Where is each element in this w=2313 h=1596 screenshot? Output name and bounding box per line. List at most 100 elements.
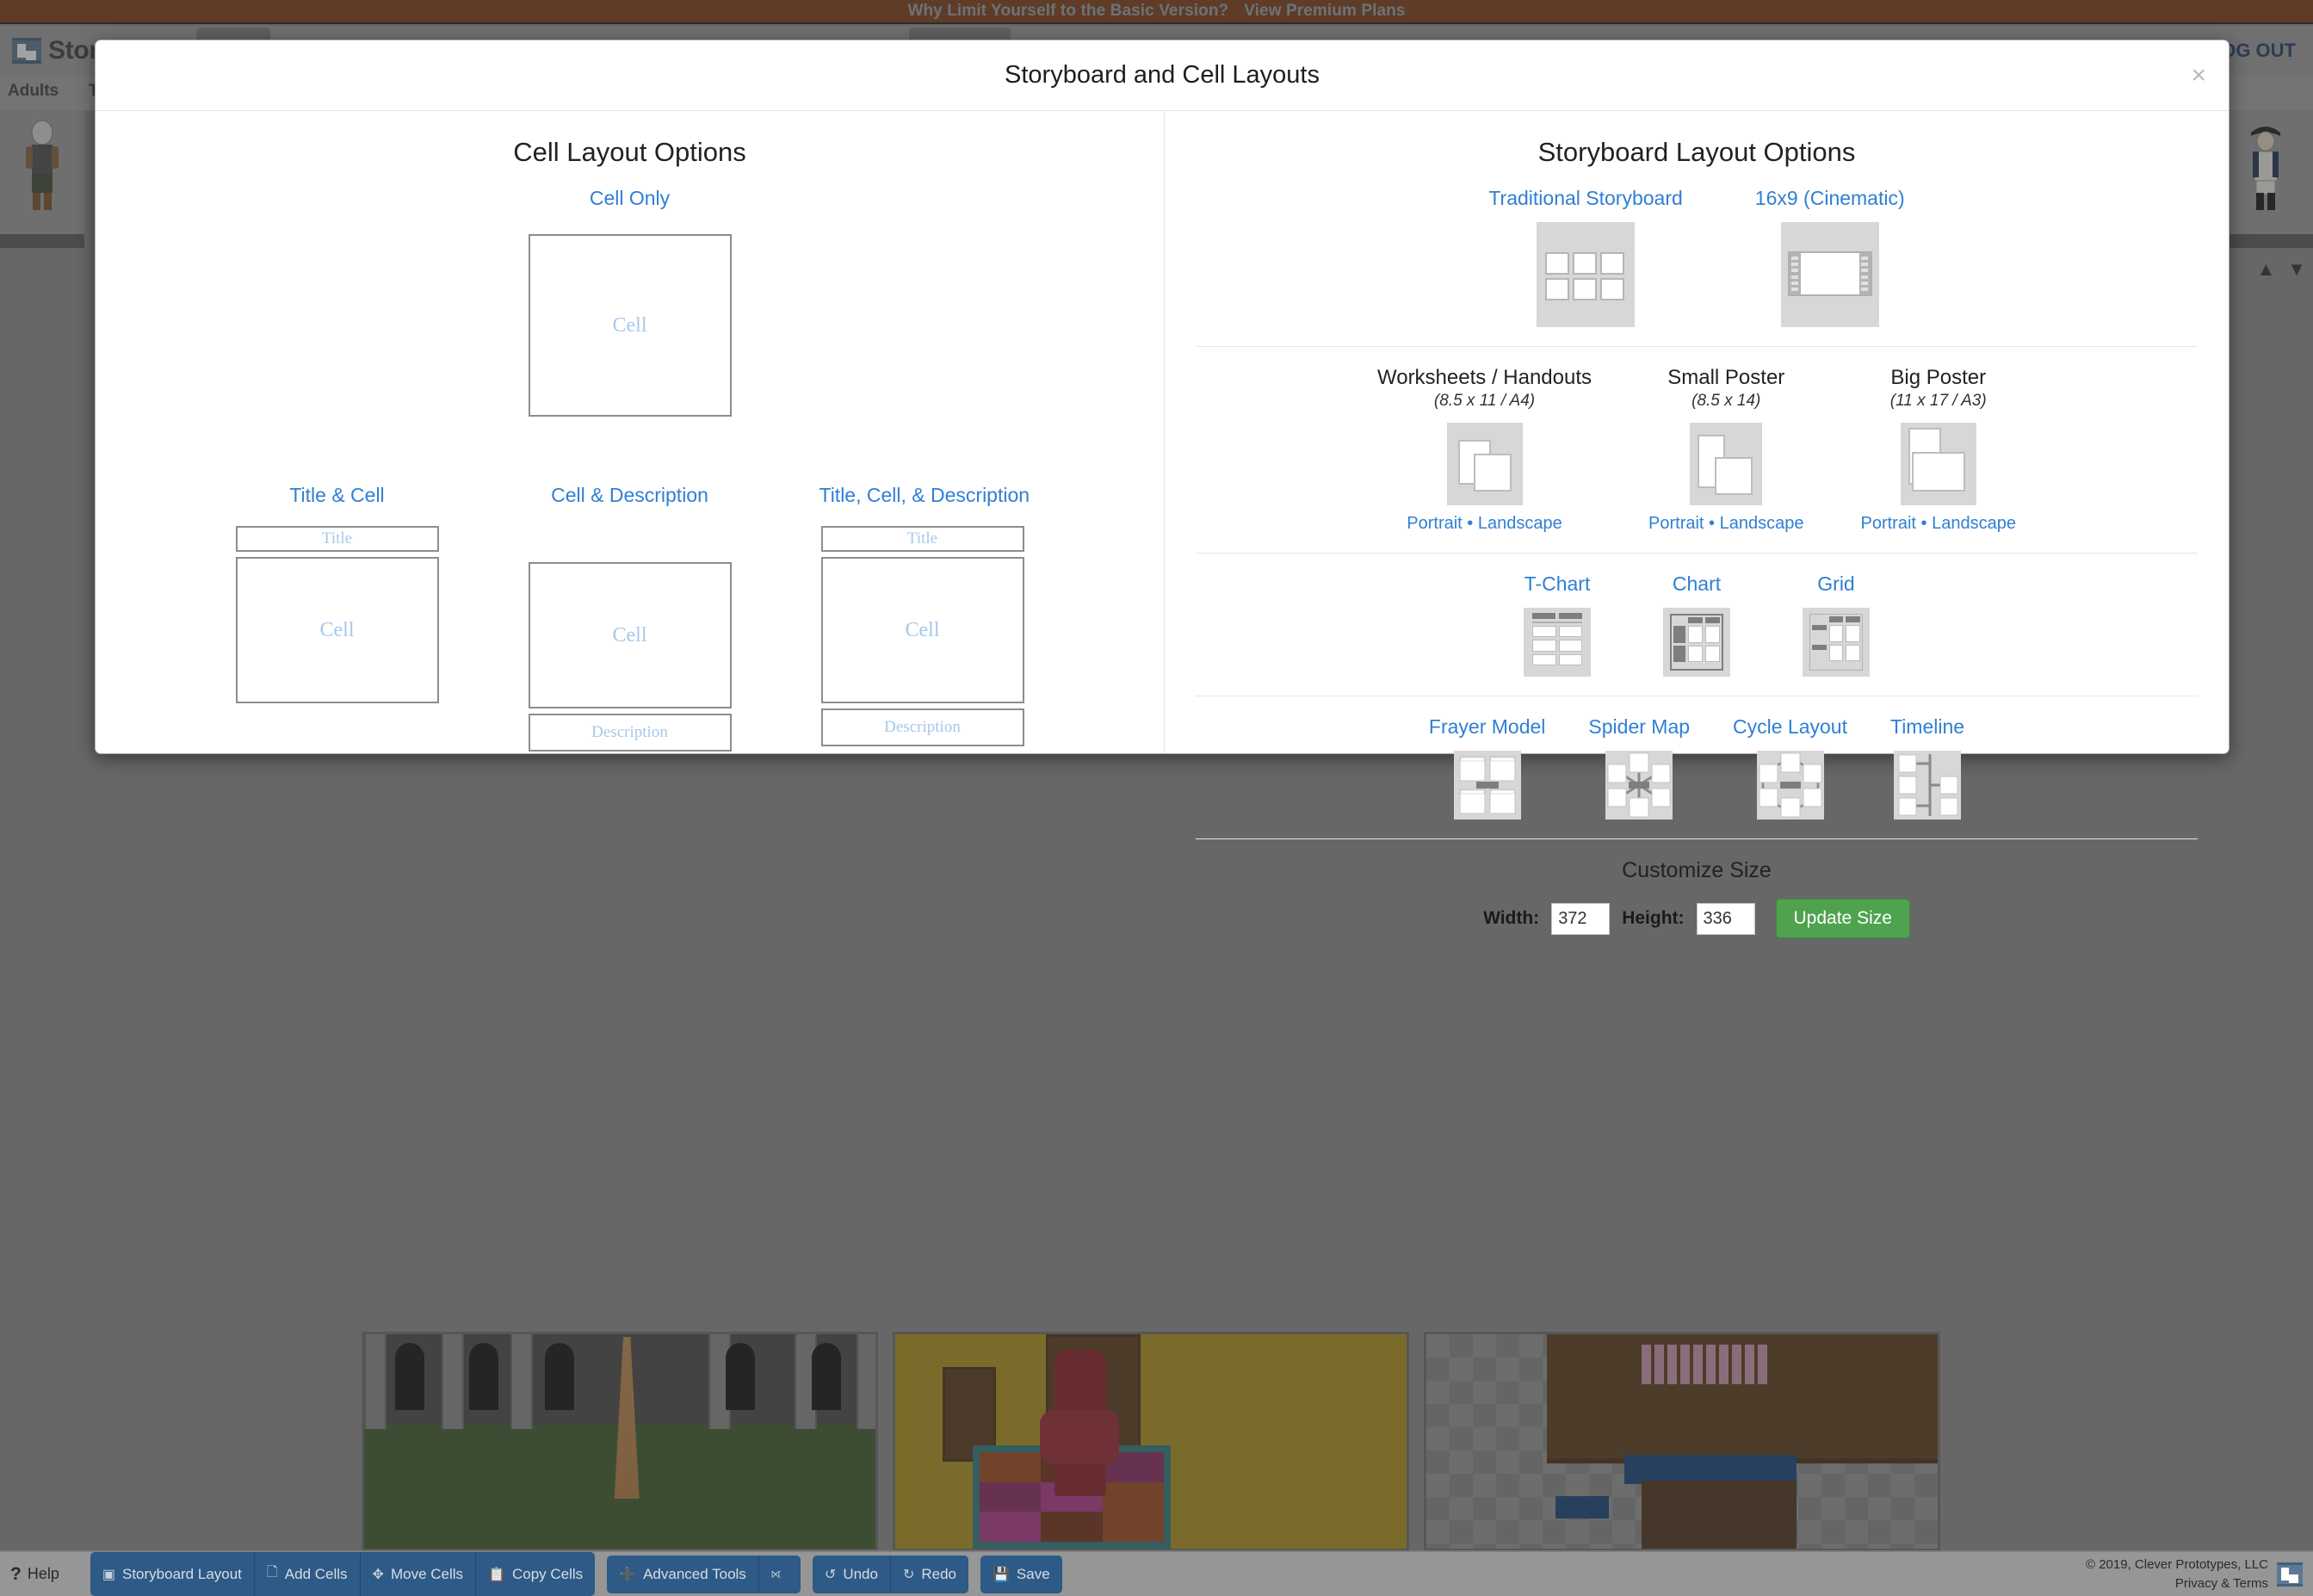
cell-only-preview[interactable]: Cell: [528, 234, 732, 417]
cell-only-label[interactable]: Cell Only: [96, 187, 1164, 210]
update-size-button[interactable]: Update Size: [1775, 899, 1910, 938]
copy-cells-button[interactable]: 📋 Copy Cells: [476, 1552, 596, 1596]
title-placeholder-3: Title: [906, 529, 938, 547]
frayer-model-thumbnail[interactable]: [1453, 751, 1521, 820]
advanced-tools-label: Advanced Tools: [643, 1565, 746, 1582]
privacy-terms-link[interactable]: Privacy & Terms: [2086, 1574, 2268, 1593]
worksheets-landscape-link[interactable]: Landscape: [1478, 514, 1562, 533]
cell-box-1[interactable]: Cell: [235, 557, 439, 703]
t-chart-thumbnail[interactable]: [1524, 608, 1591, 677]
close-icon[interactable]: ×: [2191, 62, 2206, 89]
move-cells-label: Move Cells: [390, 1565, 464, 1582]
modal-body: Cell Layout Options Cell Only Cell Title…: [96, 111, 2229, 938]
film-perforations-left: [1789, 253, 1801, 294]
cell-box-2[interactable]: Cell: [528, 562, 732, 708]
layout-t-chart[interactable]: T-Chart: [1524, 572, 1591, 677]
traditional-storyboard-thumbnail[interactable]: [1537, 222, 1636, 327]
undo-label: Undo: [843, 1565, 878, 1582]
big-poster-dimensions: (11 x 17 / A3): [1889, 392, 1987, 410]
save-group: 💾 Save: [980, 1555, 1062, 1593]
footer-logo-icon: [2277, 1562, 2303, 1587]
copy-icon: 📋: [488, 1567, 505, 1582]
spider-map-thumbnail[interactable]: [1605, 751, 1673, 820]
t-chart-label[interactable]: T-Chart: [1524, 572, 1591, 596]
small-poster-portrait-link[interactable]: Portrait: [1648, 514, 1704, 533]
add-cells-button[interactable]: 🗋 Add Cells: [254, 1552, 361, 1596]
question-mark-icon: ?: [10, 1563, 22, 1584]
layout-big-poster[interactable]: Big Poster (11 x 17 / A3) Portrait • Lan…: [1861, 366, 2016, 534]
worksheets-label: Worksheets / Handouts: [1377, 366, 1593, 389]
big-poster-portrait-link[interactable]: Portrait: [1861, 514, 1916, 533]
cycle-layout-label[interactable]: Cycle Layout: [1733, 715, 1847, 739]
option-cell-and-description-label[interactable]: Cell & Description: [527, 484, 733, 507]
storyboard-layout-button[interactable]: ▣ Storyboard Layout: [90, 1552, 255, 1596]
cell-only-option[interactable]: Cell Only Cell: [96, 187, 1164, 417]
layout-spider-map[interactable]: Spider Map: [1588, 715, 1690, 820]
frayer-model-label[interactable]: Frayer Model: [1429, 715, 1545, 739]
description-box-2[interactable]: Description: [528, 714, 732, 752]
layout-chart[interactable]: Chart: [1663, 572, 1730, 677]
small-poster-thumbnail[interactable]: [1690, 423, 1763, 505]
timeline-label[interactable]: Timeline: [1890, 715, 1964, 739]
advanced-tools-button[interactable]: ➕ Advanced Tools: [607, 1555, 759, 1593]
redo-button[interactable]: ↻ Redo: [890, 1555, 968, 1593]
spider-map-label[interactable]: Spider Map: [1588, 715, 1690, 739]
cinematic-thumbnail[interactable]: [1780, 222, 1879, 327]
small-poster-dimensions: (8.5 x 14): [1691, 392, 1761, 410]
option-title-and-cell[interactable]: Title & Cell Title Cell: [234, 484, 441, 752]
title-box-1[interactable]: Title: [235, 526, 439, 552]
separator-dot-1: •: [1467, 514, 1474, 533]
primary-layouts-row: Traditional Storyboard 16x9 (Cinematic): [1196, 187, 2198, 327]
big-poster-orientation-links: Portrait • Landscape: [1861, 514, 2016, 534]
help-button[interactable]: ? Help: [10, 1564, 59, 1585]
small-poster-orientation-links: Portrait • Landscape: [1648, 514, 1803, 534]
layout-cycle[interactable]: Cycle Layout: [1733, 715, 1847, 820]
cell-placeholder-1: Cell: [319, 618, 355, 641]
move-icon: ✥: [372, 1567, 384, 1582]
timeline-thumbnail[interactable]: [1894, 751, 1962, 820]
divider-2: [1196, 553, 2198, 554]
fullscreen-button[interactable]: ⟖: [758, 1555, 801, 1593]
layout-traditional-storyboard[interactable]: Traditional Storyboard: [1488, 187, 1683, 327]
title-box-3[interactable]: Title: [820, 526, 1024, 552]
worksheets-thumbnail[interactable]: [1446, 423, 1523, 505]
history-group: ↺ Undo ↻ Redo: [812, 1555, 968, 1593]
modal-title: Storyboard and Cell Layouts: [1005, 61, 1320, 89]
cycle-layout-thumbnail[interactable]: [1756, 751, 1824, 820]
chart-thumbnail[interactable]: [1663, 608, 1730, 677]
layout-frayer-model[interactable]: Frayer Model: [1429, 715, 1545, 820]
undo-button[interactable]: ↺ Undo: [812, 1555, 891, 1593]
small-poster-landscape-link[interactable]: Landscape: [1720, 514, 1804, 533]
option-cell-and-description[interactable]: Cell & Description Cell Description: [527, 484, 733, 752]
cell-box-3[interactable]: Cell: [820, 557, 1024, 703]
layout-16x9-cinematic[interactable]: 16x9 (Cinematic): [1755, 187, 1905, 327]
layout-worksheets-handouts[interactable]: Worksheets / Handouts (8.5 x 11 / A4) Po…: [1377, 366, 1592, 534]
move-cells-button[interactable]: ✥ Move Cells: [360, 1552, 477, 1596]
grid-label[interactable]: Grid: [1803, 572, 1870, 596]
big-poster-landscape-link[interactable]: Landscape: [1932, 514, 2016, 533]
cell-layout-panel: Cell Layout Options Cell Only Cell Title…: [96, 111, 1165, 753]
cell-placeholder-2: Cell: [612, 623, 647, 646]
option-title-cell-description-label[interactable]: Title, Cell, & Description: [819, 484, 1030, 507]
customize-size-section: Customize Size Width: Height: Update Siz…: [1165, 858, 2229, 947]
height-input[interactable]: [1696, 902, 1755, 935]
layout-grid[interactable]: Grid: [1803, 572, 1870, 677]
diagram-layouts-row: Frayer Model Spider Map Cycle Layout Tim…: [1196, 715, 2198, 820]
layout-small-poster[interactable]: Small Poster (8.5 x 14) Portrait • Lands…: [1648, 366, 1803, 534]
grid-thumbnail[interactable]: [1803, 608, 1870, 677]
save-button[interactable]: 💾 Save: [980, 1555, 1062, 1593]
add-cells-label: Add Cells: [284, 1565, 348, 1582]
layout-16x9-cinematic-label[interactable]: 16x9 (Cinematic): [1755, 187, 1905, 210]
width-input[interactable]: [1551, 902, 1611, 935]
spider-map-icon: [1607, 752, 1671, 818]
big-poster-thumbnail[interactable]: [1900, 423, 1976, 505]
option-title-and-cell-label[interactable]: Title & Cell: [234, 484, 441, 507]
timeline-icon: [1898, 754, 1958, 816]
worksheets-portrait-link[interactable]: Portrait: [1407, 514, 1462, 533]
layout-traditional-storyboard-label[interactable]: Traditional Storyboard: [1488, 187, 1682, 210]
chart-label[interactable]: Chart: [1663, 572, 1730, 596]
description-box-3[interactable]: Description: [820, 708, 1024, 746]
option-title-cell-description[interactable]: Title, Cell, & Description Title Cell De…: [819, 484, 1030, 752]
undo-icon: ↺: [824, 1567, 837, 1582]
layout-timeline[interactable]: Timeline: [1890, 715, 1964, 820]
